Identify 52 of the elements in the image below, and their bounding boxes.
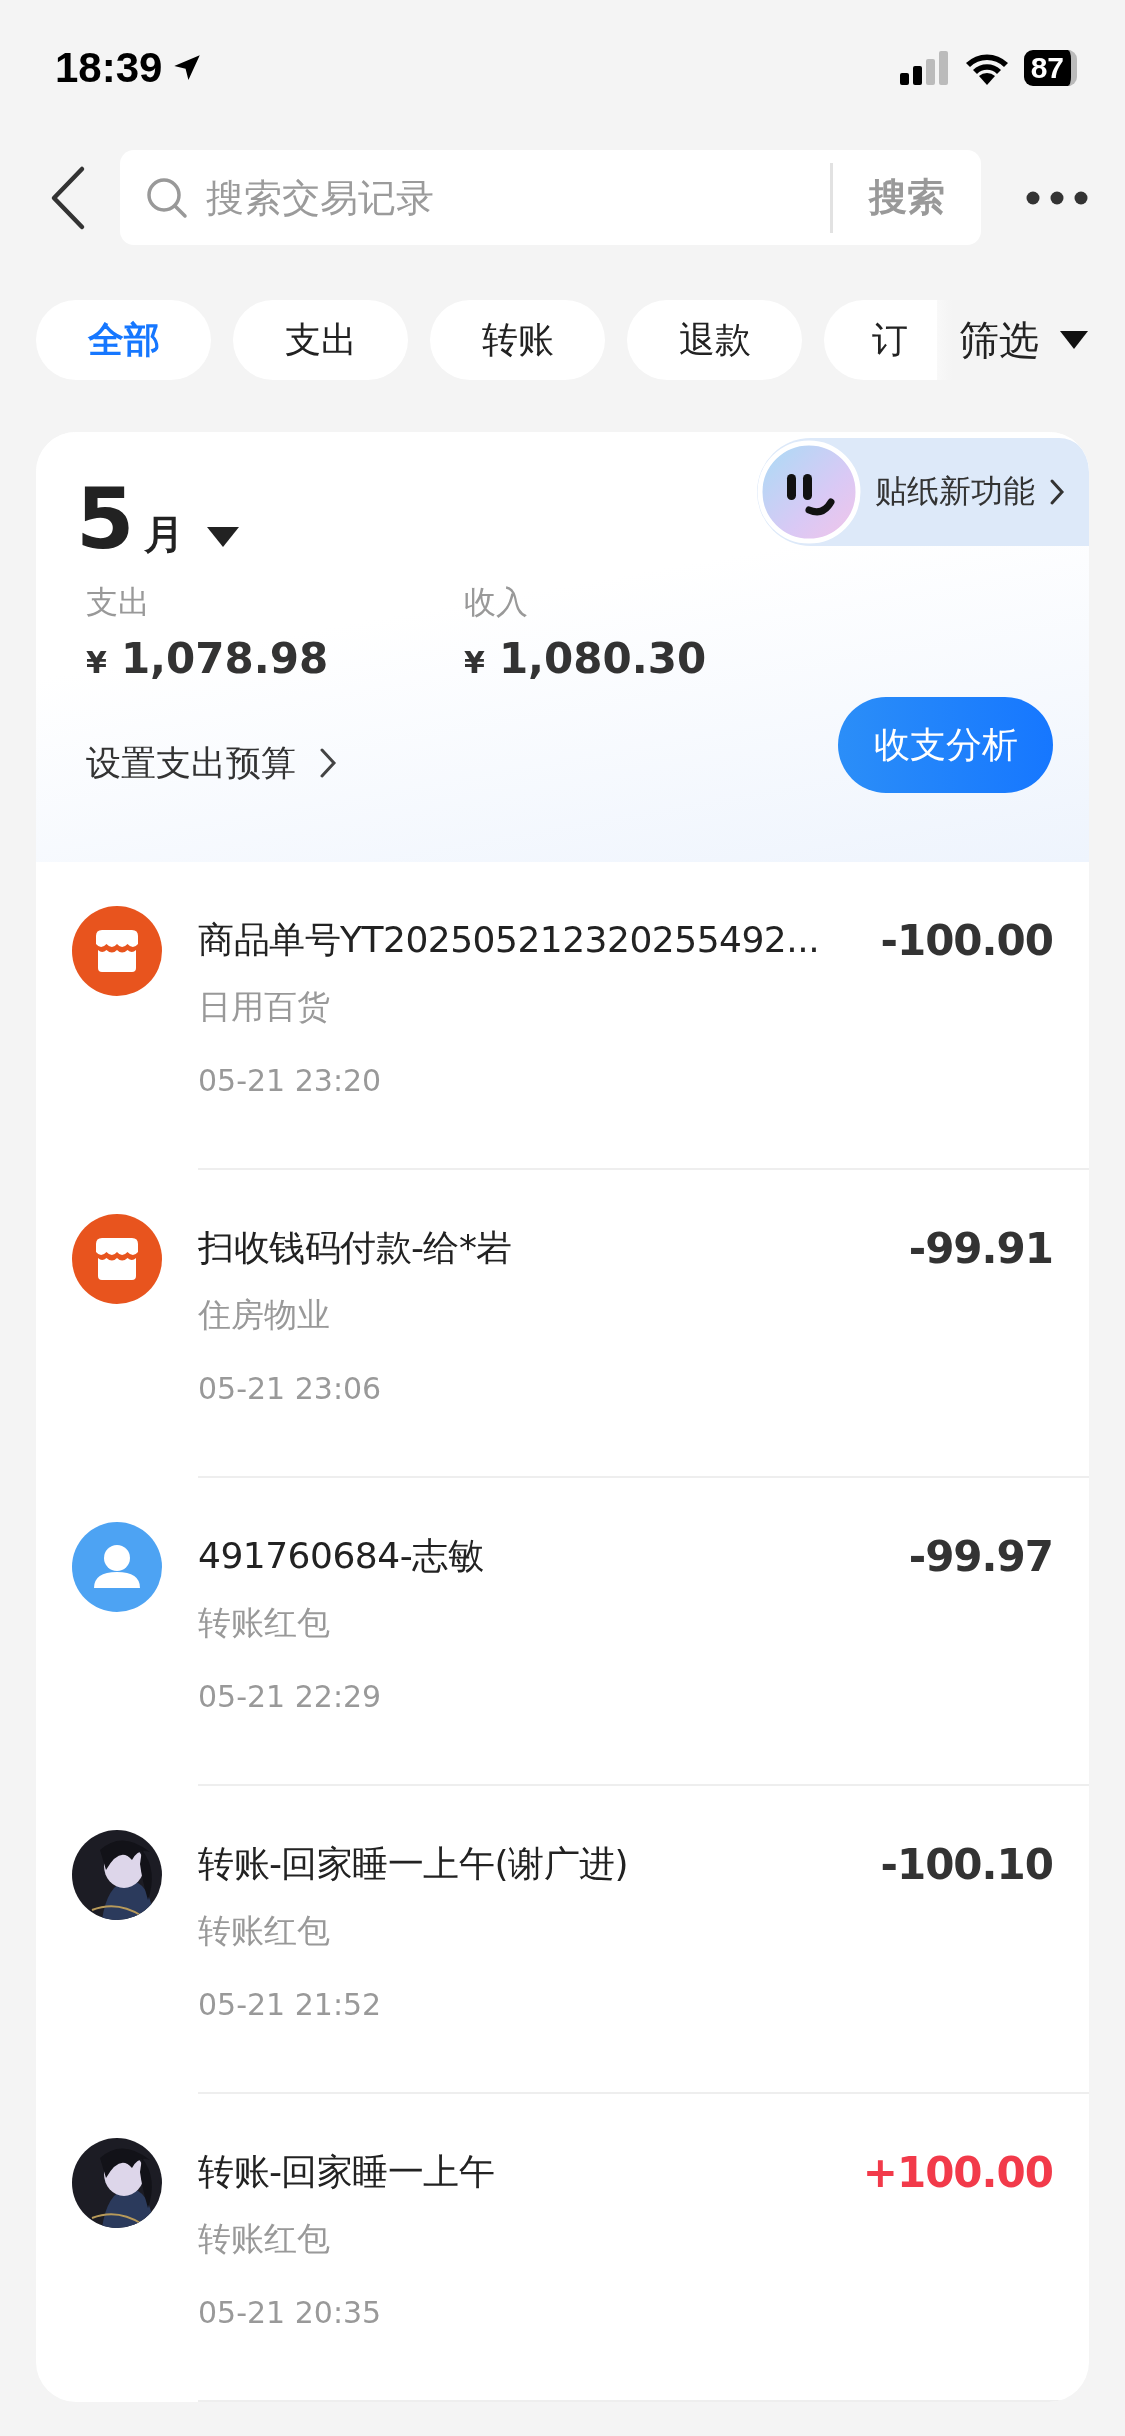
budget-link[interactable]: 设置支出预算 — [86, 739, 338, 787]
chevron-right-icon — [318, 746, 338, 780]
month-picker[interactable]: 5 月 — [76, 477, 241, 562]
transaction-category: 转账红包 — [198, 1910, 331, 1952]
currency-sign: ¥ — [86, 645, 107, 680]
sticker-promo-banner[interactable]: 贴纸新功能 — [757, 438, 1089, 546]
filter-tab[interactable]: 退款 — [627, 300, 802, 380]
promo-label: 贴纸新功能 — [875, 471, 1035, 512]
transaction-title: 扫收钱码付款-给*岩 — [198, 1225, 512, 1270]
transaction-time: 05-21 21:52 — [198, 1986, 383, 2024]
person-avatar-icon — [72, 1522, 162, 1612]
dropdown-triangle-icon — [1059, 330, 1089, 350]
currency-sign: ¥ — [464, 645, 485, 680]
transaction-row[interactable]: 转账-回家睡一上午 +100.00 转账红包 05-21 20:35 — [36, 2094, 1089, 2402]
more-icon[interactable] — [1025, 189, 1089, 206]
dropdown-triangle-icon — [206, 526, 241, 548]
transaction-title: 491760684-志敏 — [198, 1533, 484, 1578]
transaction-row[interactable]: 商品单号YT202505212320255492... -100.00 日用百货 05-21 23:20 — [36, 862, 1089, 1170]
transaction-amount: -100.10 — [880, 1839, 1053, 1889]
stat-amount: 1,078.98 — [120, 634, 329, 683]
transaction-time: 05-21 22:29 — [198, 1678, 383, 1716]
filter-tab[interactable]: 全部 — [36, 300, 211, 380]
transaction-row[interactable]: 扫收钱码付款-给*岩 -99.91 住房物业 05-21 23:06 — [36, 1170, 1089, 1478]
transaction-amount: -99.91 — [908, 1223, 1053, 1273]
transaction-amount: -100.00 — [880, 915, 1053, 965]
transaction-row[interactable]: 转账-回家睡一上午(谢广进) -100.10 转账红包 05-21 21:52 — [36, 1786, 1089, 2094]
transaction-amount: -99.97 — [908, 1531, 1053, 1581]
transaction-title: 商品单号YT202505212320255492... — [198, 917, 820, 962]
transaction-category: 住房物业 — [198, 1294, 331, 1336]
battery-indicator: 87 — [1023, 49, 1077, 86]
transaction-title: 转账-回家睡一上午 — [198, 2149, 495, 2194]
chevron-right-icon — [1049, 478, 1065, 506]
filter-tab[interactable]: 转账 — [430, 300, 605, 380]
transaction-row[interactable]: 491760684-志敏 -99.97 转账红包 05-21 22:29 — [36, 1478, 1089, 1786]
stat-label: 收入 — [464, 582, 529, 623]
clock-time: 18:39 — [55, 43, 163, 92]
transaction-category: 日用百货 — [198, 986, 331, 1028]
smiley-sticker-icon — [757, 440, 861, 544]
shop-icon — [72, 1214, 162, 1304]
transaction-time: 05-21 23:06 — [198, 1370, 383, 1408]
analysis-button[interactable]: 收支分析 — [838, 697, 1053, 793]
signal-icon — [899, 50, 950, 85]
filter-tab[interactable]: 支出 — [233, 300, 408, 380]
transaction-time: 05-21 20:35 — [198, 2294, 383, 2332]
transaction-category: 转账红包 — [198, 1602, 331, 1644]
shop-icon — [72, 906, 162, 996]
stat-amount: 1,080.30 — [498, 634, 707, 683]
transaction-category: 转账红包 — [198, 2218, 331, 2260]
transaction-amount: +100.00 — [862, 2147, 1053, 2197]
transaction-time: 05-21 23:20 — [198, 1062, 383, 1100]
stat-label: 支出 — [86, 582, 151, 623]
transaction-title: 转账-回家睡一上午(谢广进) — [198, 1841, 629, 1886]
